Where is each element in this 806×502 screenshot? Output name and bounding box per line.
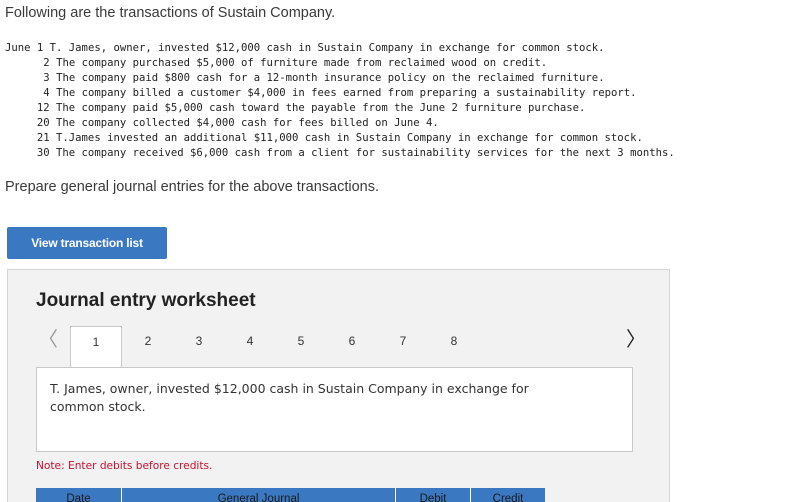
transaction-text: T. James, owner, invested $12,000 cash i… (49, 42, 605, 54)
transaction-text: The company paid $800 cash for a 12-mont… (56, 72, 605, 84)
tab-entry-5[interactable]: 5 (275, 326, 327, 368)
journal-table-header: Date General Journal Debit Credit (36, 488, 545, 502)
tab-entry-3[interactable]: 3 (173, 326, 225, 368)
instructions-text: Prepare general journal entries for the … (5, 179, 379, 195)
tab-entry-4[interactable]: 4 (224, 326, 276, 368)
transaction-text: T.James invested an additional $11,000 c… (56, 132, 643, 144)
tab-entry-8[interactable]: 8 (428, 326, 480, 368)
transaction-text: The company paid $5,000 cash toward the … (56, 102, 586, 114)
transaction-date: 2 (43, 57, 50, 69)
chevron-right-icon[interactable]: 〉 (626, 328, 646, 352)
transaction-text: The company billed a customer $4,000 in … (56, 87, 637, 99)
chevron-left-icon[interactable]: 〈 (38, 328, 58, 352)
column-header-date: Date (36, 488, 122, 502)
transaction-date: 30 (36, 147, 50, 159)
view-transaction-list-button[interactable]: View transaction list (7, 227, 167, 259)
transaction-description-box: T. James, owner, invested $12,000 cash i… (36, 367, 633, 452)
transaction-list: June 1 T. James, owner, invested $12,000… (5, 41, 675, 161)
column-header-credit: Credit (492, 493, 524, 502)
debits-note: Note: Enter debits before credits. (36, 460, 213, 472)
transaction-date: 12 (36, 102, 50, 114)
tab-entry-7[interactable]: 7 (377, 326, 429, 368)
transaction-text: The company received $6,000 cash from a … (56, 147, 675, 159)
intro-text: Following are the transactions of Sustai… (5, 5, 336, 21)
column-header-general-journal: General Journal (122, 488, 396, 502)
tab-entry-6[interactable]: 6 (326, 326, 378, 368)
column-header-debit: Debit (396, 488, 471, 502)
transaction-text: The company collected $4,000 cash for fe… (56, 117, 439, 129)
transaction-date: 3 (43, 72, 50, 84)
transaction-text: The company purchased $5,000 of furnitur… (56, 57, 548, 69)
transaction-date: June 1 (5, 42, 44, 54)
transaction-date: 21 (36, 132, 50, 144)
transaction-date: 20 (36, 117, 50, 129)
worksheet-title: Journal entry worksheet (36, 290, 256, 311)
tab-entry-1[interactable]: 1 (70, 326, 122, 368)
transaction-date: 4 (43, 87, 50, 99)
journal-entry-worksheet: Journal entry worksheet 〈 1 2 3 4 5 6 7 … (7, 269, 670, 502)
transaction-description: T. James, owner, invested $12,000 cash i… (50, 381, 529, 414)
tab-entry-2[interactable]: 2 (122, 326, 174, 368)
